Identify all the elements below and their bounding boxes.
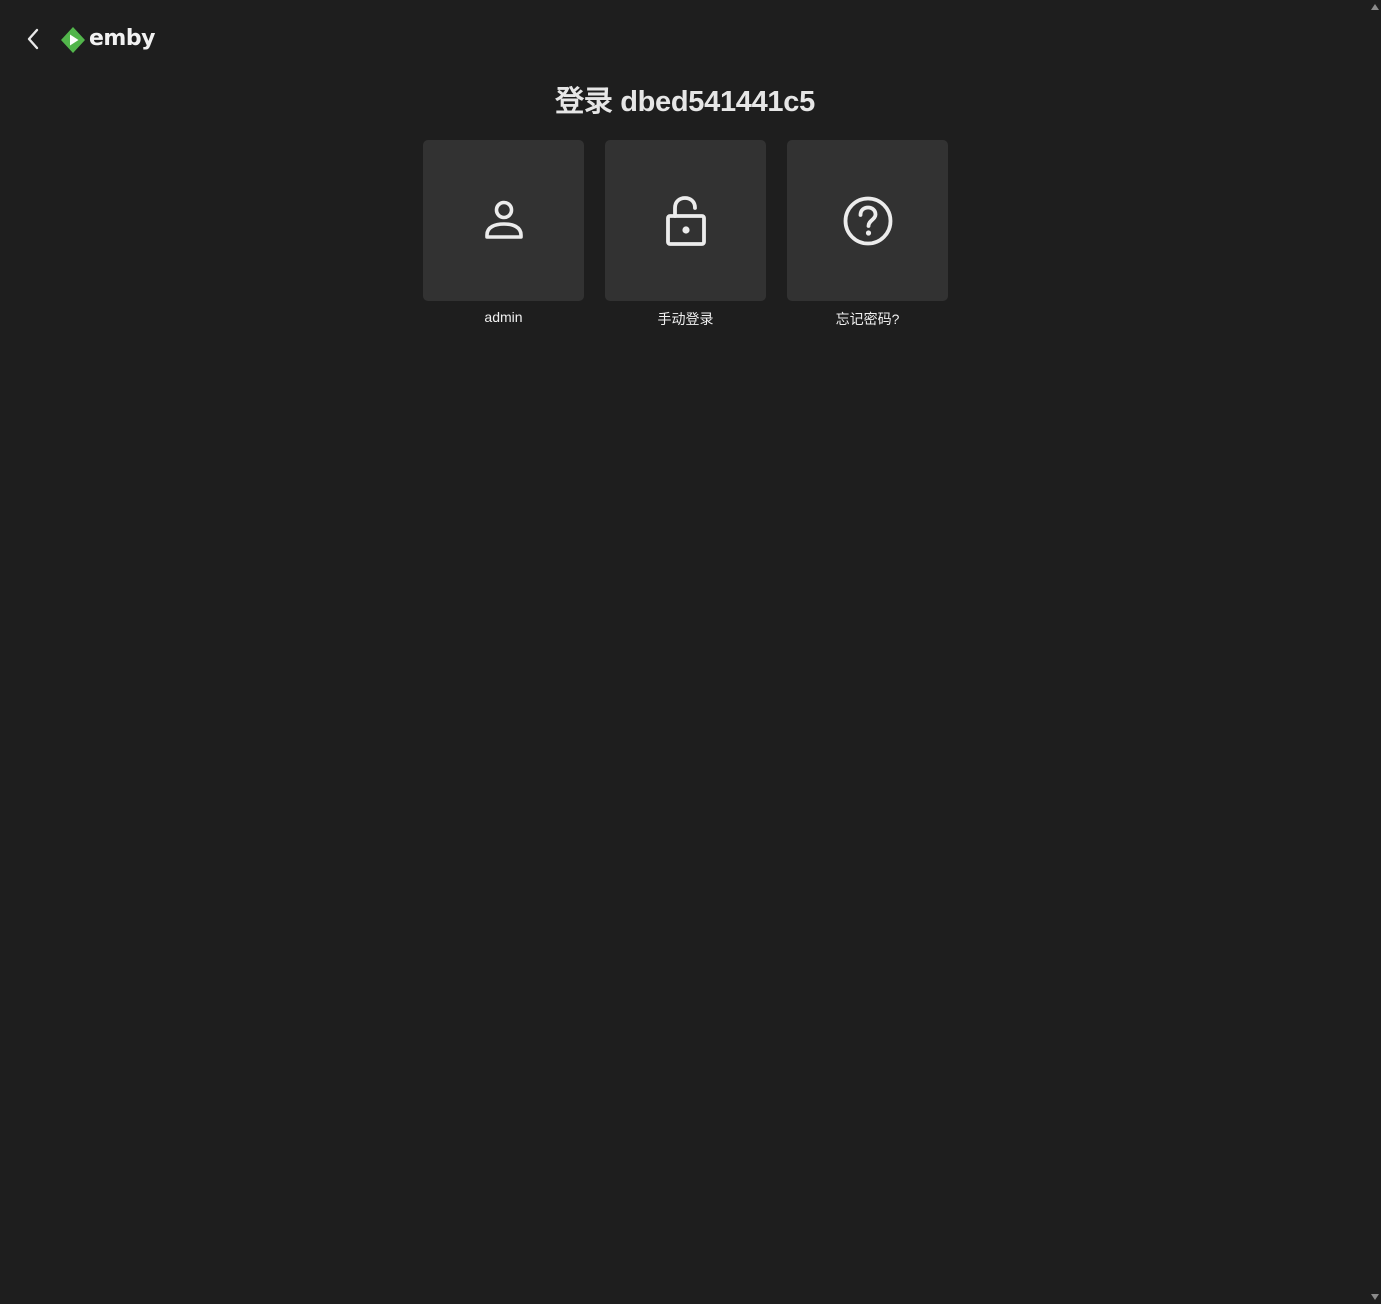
unlock-icon xyxy=(665,195,706,246)
back-button[interactable] xyxy=(18,24,48,54)
card-label: admin xyxy=(484,309,523,325)
card-label: 忘记密码? xyxy=(835,311,900,327)
card-box[interactable] xyxy=(605,140,766,301)
forgot-password-card[interactable]: 忘记密码? xyxy=(787,140,948,329)
header: emby xyxy=(0,0,1370,80)
card-label: 手动登录 xyxy=(657,311,714,327)
login-page: emby 登录 dbed541441c5 admin 手动登录 忘记密码? xyxy=(0,0,1381,1304)
card-box[interactable] xyxy=(423,140,584,301)
user-icon xyxy=(484,200,523,239)
login-options: admin 手动登录 忘记密码? xyxy=(423,140,948,329)
logo-text: emby xyxy=(89,25,155,51)
user-card-admin[interactable]: admin xyxy=(423,140,584,329)
emby-logo[interactable]: emby xyxy=(60,25,155,55)
emby-play-diamond-icon xyxy=(61,27,85,53)
manual-login-card[interactable]: 手动登录 xyxy=(605,140,766,329)
help-circle-icon xyxy=(843,196,892,245)
chevron-left-icon xyxy=(27,28,39,50)
vertical-scrollbar[interactable] xyxy=(1370,0,1381,1304)
scroll-down-icon[interactable] xyxy=(1371,1294,1379,1300)
page-title: 登录 dbed541441c5 xyxy=(555,86,815,118)
scroll-up-icon[interactable] xyxy=(1371,4,1379,10)
card-box[interactable] xyxy=(787,140,948,301)
